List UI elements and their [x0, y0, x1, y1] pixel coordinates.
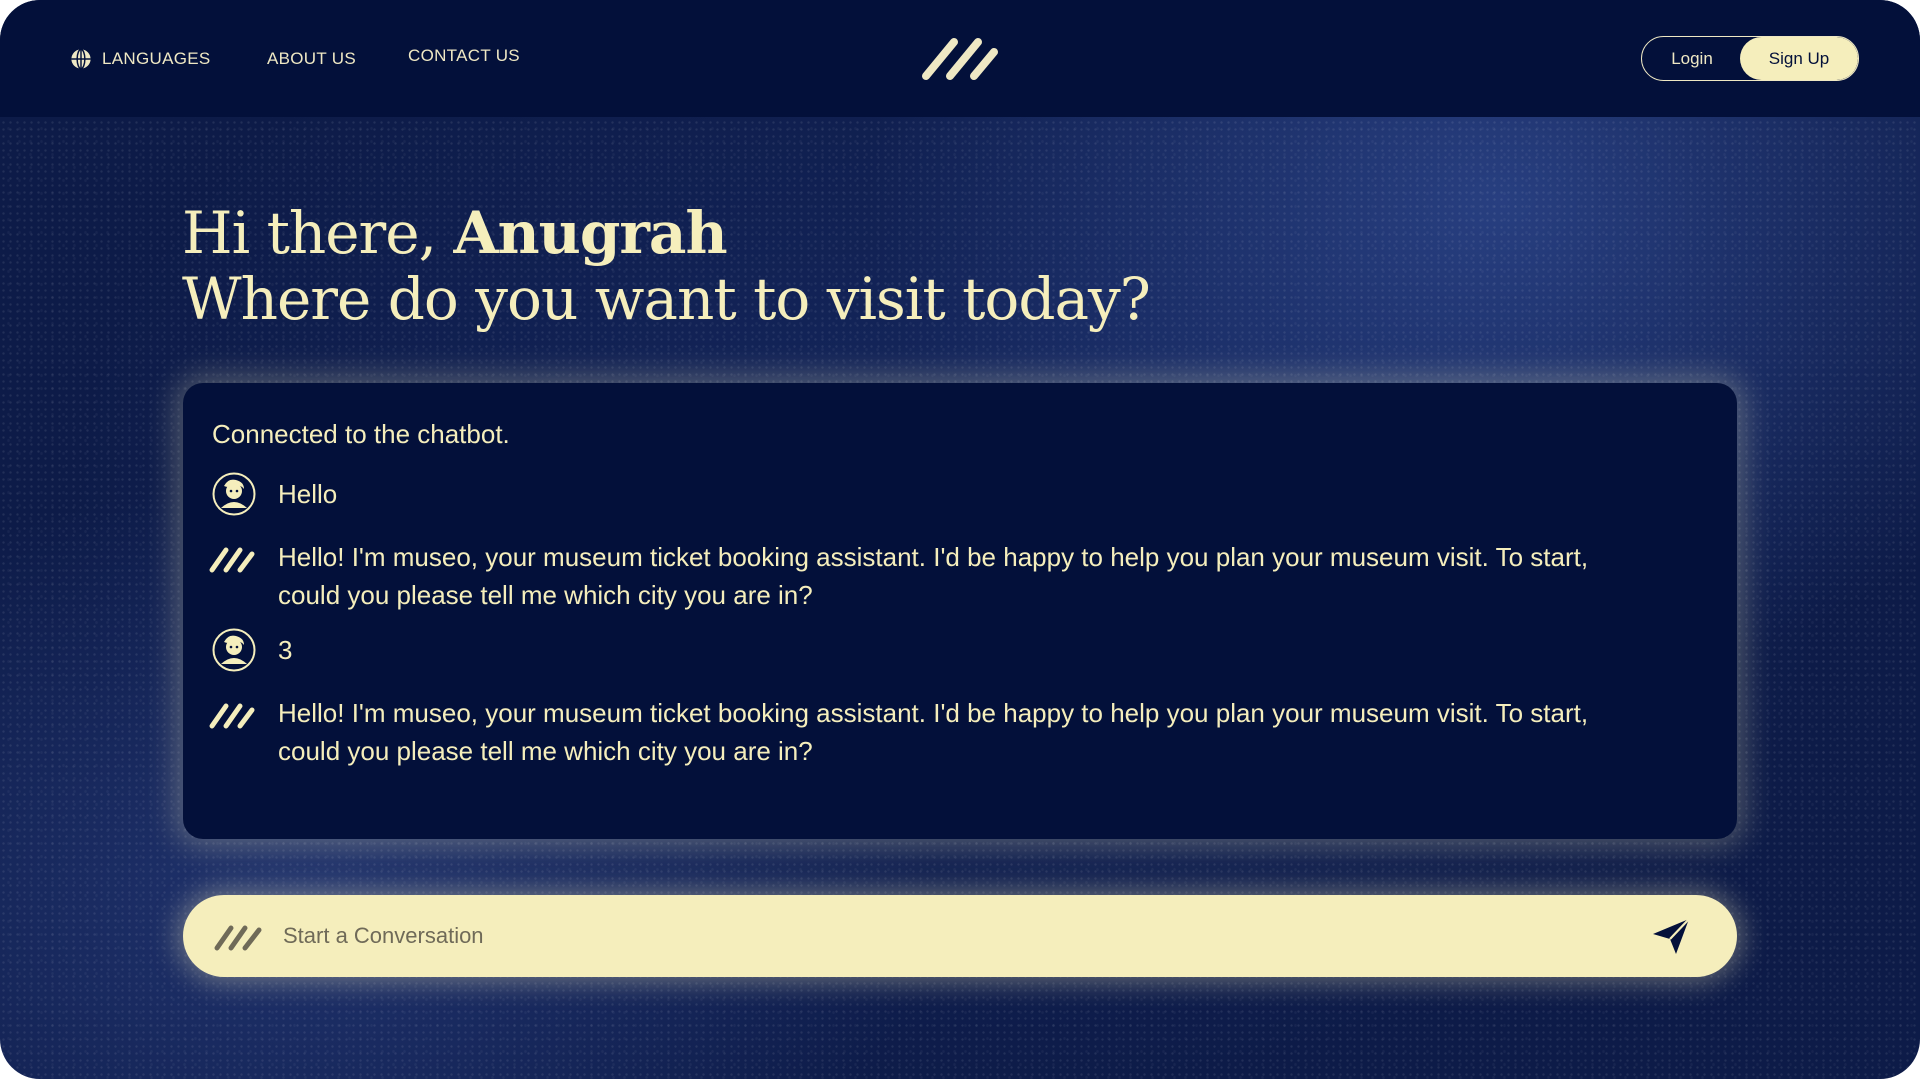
top-navbar: LANGUAGES ABOUT US CONTACT US Login Sign…: [0, 0, 1920, 117]
slashes-bot-icon: [209, 547, 255, 573]
chat-message-input[interactable]: [283, 906, 1649, 966]
signup-button[interactable]: Sign Up: [1740, 37, 1858, 80]
chat-input-bar: [183, 895, 1737, 977]
slashes-brand-icon: [214, 925, 262, 951]
connection-status: Connected to the chatbot.: [212, 419, 510, 449]
user-avatar-icon: [212, 628, 256, 672]
languages-menu[interactable]: LANGUAGES: [70, 48, 211, 70]
hero-greeting: Hi there, Anugrah Where do you want to v…: [182, 200, 1151, 333]
message-text: Hello: [278, 479, 338, 509]
slashes-bot-icon: [209, 703, 255, 729]
chat-message-user: Hello: [212, 472, 1707, 516]
slashes-logo[interactable]: [920, 36, 1000, 81]
user-name: Anugrah: [453, 199, 727, 267]
user-avatar-icon: [212, 472, 256, 516]
contact-us-link[interactable]: CONTACT US: [408, 46, 520, 66]
login-button[interactable]: Login: [1642, 49, 1742, 69]
chat-message-bot: Hello! I'm museo, your museum ticket boo…: [209, 538, 1707, 614]
message-text: 3: [278, 635, 293, 665]
chat-message-user: 3: [212, 628, 1707, 672]
message-text: Hello! I'm museo, your museum ticket boo…: [278, 542, 1589, 610]
send-icon[interactable]: [1649, 914, 1693, 958]
globe-icon: [71, 48, 91, 70]
page-background: LANGUAGES ABOUT US CONTACT US Login Sign…: [0, 0, 1920, 1079]
greeting-question: Where do you want to visit today?: [182, 265, 1151, 333]
auth-toggle: Login Sign Up: [1641, 36, 1859, 81]
greeting-prefix: Hi there,: [182, 199, 454, 267]
chat-message-bot: Hello! I'm museo, your museum ticket boo…: [209, 694, 1707, 770]
message-text: Hello! I'm museo, your museum ticket boo…: [278, 698, 1589, 766]
languages-label: LANGUAGES: [102, 49, 211, 68]
greeting-line: Hi there, Anugrah: [182, 200, 1150, 266]
chat-panel: Connected to the chatbot. Hello Hello! I…: [183, 383, 1737, 839]
about-us-link[interactable]: ABOUT US: [267, 49, 356, 69]
